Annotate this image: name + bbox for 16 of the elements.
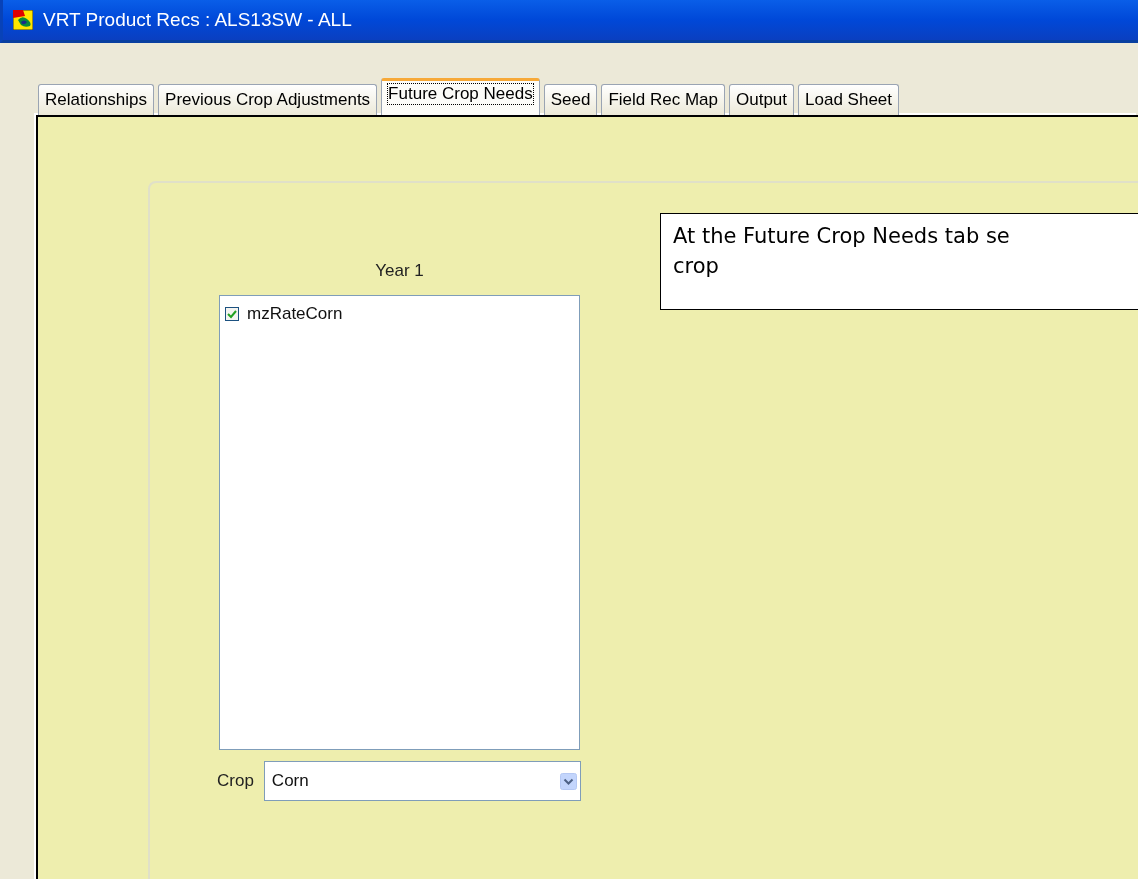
tab[interactable]: Field Rec Map bbox=[601, 84, 725, 115]
field-label: Crop bbox=[217, 771, 254, 791]
window-title: VRT Product Recs : ALS13SW - ALL bbox=[43, 9, 352, 31]
tab[interactable]: Previous Crop Adjustments bbox=[158, 84, 378, 115]
tab[interactable]: Future Crop Needs bbox=[381, 78, 540, 115]
list-item[interactable]: mzRateCorn bbox=[247, 304, 343, 324]
app-icon bbox=[13, 10, 33, 30]
list-box[interactable]: mzRateCorn bbox=[219, 295, 580, 750]
crop-dropdown[interactable]: Corn bbox=[263, 761, 581, 801]
column-heading: Year 1 bbox=[375, 261, 424, 281]
tab[interactable]: Seed bbox=[543, 84, 598, 115]
tab[interactable]: Load Sheet bbox=[798, 84, 899, 115]
tab[interactable]: Relationships bbox=[38, 84, 155, 115]
tab[interactable]: Output bbox=[729, 84, 795, 115]
checkbox[interactable] bbox=[225, 307, 239, 321]
callout-note: At the Future Crop Needs tab se crop bbox=[660, 213, 1138, 310]
